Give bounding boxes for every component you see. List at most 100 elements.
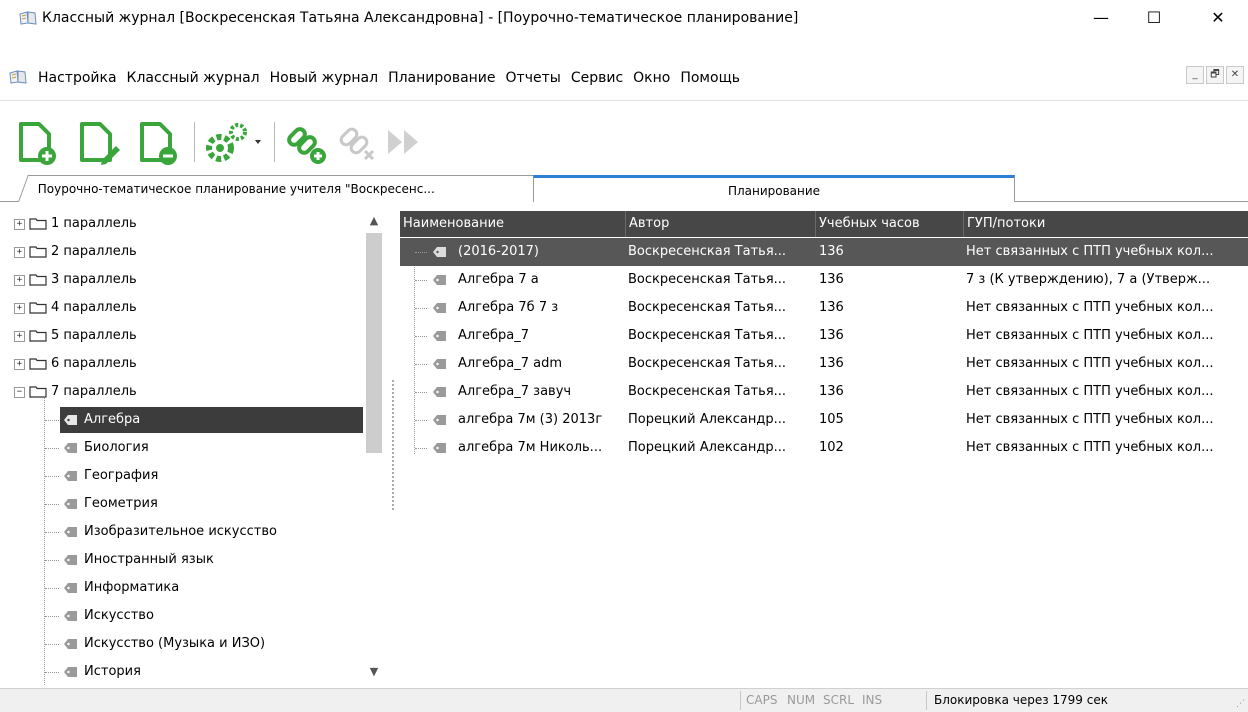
tag-icon [433, 331, 446, 341]
add-link-icon[interactable] [282, 118, 332, 166]
tree-item-subject[interactable]: География [10, 462, 370, 490]
table-row[interactable]: алгебра 7м Николь... Порецкий Александр.… [400, 434, 1248, 462]
tree-item-subject[interactable]: Искусство (Музыка и ИЗО) [10, 630, 370, 658]
tree-item-parallel-2[interactable]: + 2 параллель [10, 238, 370, 266]
menu-service[interactable]: Сервис [566, 68, 628, 88]
table-row[interactable]: (2016-2017) Воскресенская Татья... 136 Н… [400, 238, 1248, 266]
tree-item-parallel-7[interactable]: − 7 параллель [10, 378, 370, 406]
maximize-button[interactable]: ☐ [1139, 6, 1169, 30]
tree-item-subject[interactable]: Геометрия [10, 490, 370, 518]
column-header-name[interactable]: Наименование [400, 211, 626, 237]
tree-item-subject[interactable]: Информатика [10, 574, 370, 602]
folder-icon [29, 246, 47, 258]
table-row[interactable]: Алгебра 7 а Воскресенская Татья... 136 7… [400, 266, 1248, 294]
journal-app-icon [19, 11, 37, 25]
menu-class-journal[interactable]: Классный журнал [122, 68, 265, 88]
status-caps: CAPS [746, 693, 778, 707]
tree-label: Изобразительное искусство [84, 524, 277, 539]
tree-item-parallel-3[interactable]: + 3 параллель [10, 266, 370, 294]
tree-item-subject-algebra[interactable]: Алгебра [10, 406, 372, 434]
tab-thematic-planning[interactable]: Поурочно-тематическое планирование учите… [18, 175, 548, 202]
tree-label: 4 параллель [51, 300, 137, 315]
mdi-minimize-button[interactable]: _ [1186, 66, 1204, 84]
title-bar: Классный журнал [Воскресенская Татьяна А… [0, 0, 1248, 36]
column-header-streams[interactable]: ГУП/потоки [964, 211, 1248, 237]
cell-author: Воскресенская Татья... [628, 272, 787, 287]
app-window: Классный журнал [Воскресенская Татьяна А… [0, 0, 1248, 712]
cell-name: Алгебра 7б 7 з [458, 300, 559, 315]
tree-item-subject[interactable]: История [10, 658, 370, 686]
status-scrl: SCRL [823, 693, 855, 707]
menu-planning[interactable]: Планирование [383, 68, 500, 88]
scroll-up-icon[interactable]: ▲ [367, 214, 381, 228]
mdi-close-button[interactable]: ✕ [1226, 66, 1244, 84]
tree-scrollbar[interactable]: ▲ ▼ [363, 208, 385, 686]
settings-gears-icon[interactable] [200, 118, 266, 166]
tag-icon [64, 443, 77, 453]
tab-planning[interactable]: Планирование [533, 175, 1015, 202]
tree-guide-line [415, 336, 427, 337]
folder-icon [29, 218, 47, 230]
close-button[interactable]: ✕ [1203, 6, 1233, 30]
menu-settings[interactable]: Настройка [33, 68, 122, 88]
tree-guide-line [415, 392, 427, 393]
tree-guide-line [45, 588, 59, 589]
tree-item-parallel-6[interactable]: + 6 параллель [10, 350, 370, 378]
status-bar: CAPS NUM SCRL INS Блокировка через 1799 … [0, 688, 1248, 712]
cell-name: Алгебра 7 а [458, 272, 539, 287]
tag-icon [64, 415, 77, 425]
table-row[interactable]: Алгебра_7 adm Воскресенская Татья... 136… [400, 350, 1248, 378]
mdi-controls: _ 🗗 ✕ [1186, 66, 1244, 84]
tree-label: 7 параллель [51, 384, 137, 399]
mdi-restore-button[interactable]: 🗗 [1206, 66, 1224, 84]
menu-new-journal[interactable]: Новый журнал [265, 68, 383, 88]
collapse-icon[interactable]: − [14, 387, 25, 398]
pane-splitter[interactable] [392, 380, 397, 510]
minimize-button[interactable]: — [1086, 6, 1116, 30]
journal-app-icon[interactable] [9, 70, 27, 84]
tree-item-subject[interactable]: Иностранный язык [10, 546, 370, 574]
table-row[interactable]: алгебра 7м (3) 2013г Порецкий Александр.… [400, 406, 1248, 434]
tree-item-subject[interactable]: Изобразительное искусство [10, 518, 370, 546]
folder-icon [29, 302, 47, 314]
add-document-icon[interactable] [15, 118, 59, 166]
tree-item-parallel-4[interactable]: + 4 параллель [10, 294, 370, 322]
expand-icon[interactable]: + [14, 219, 25, 230]
tree-guide-line [45, 532, 59, 533]
table-row[interactable]: Алгебра_7 Воскресенская Татья... 136 Нет… [400, 322, 1248, 350]
status-separator [740, 691, 741, 710]
expand-icon[interactable]: + [14, 247, 25, 258]
column-header-hours[interactable]: Учебных часов [816, 211, 964, 237]
tree-label: Искусство (Музыка и ИЗО) [84, 636, 266, 651]
expand-icon[interactable]: + [14, 303, 25, 314]
expand-icon[interactable]: + [14, 359, 25, 370]
window-title: Классный журнал [Воскресенская Татьяна А… [42, 10, 799, 26]
expand-icon[interactable]: + [14, 275, 25, 286]
table-row[interactable]: Алгебра_7 завуч Воскресенская Татья... 1… [400, 378, 1248, 406]
tree-item-subject[interactable]: Искусство [10, 602, 370, 630]
folder-icon [29, 358, 47, 370]
remove-link-icon[interactable] [334, 118, 380, 166]
menu-help[interactable]: Помощь [675, 68, 745, 88]
column-header-author[interactable]: Автор [626, 211, 816, 237]
tree-item-parallel-1[interactable]: + 1 параллель [10, 210, 370, 238]
scrollbar-thumb[interactable] [366, 233, 382, 453]
tree-item-parallel-5[interactable]: + 5 параллель [10, 322, 370, 350]
expand-icon[interactable]: + [14, 331, 25, 342]
cell-streams: Нет связанных с ПТП учебных кол... [966, 356, 1214, 371]
menu-divider [0, 100, 1248, 101]
tree-guide-line [45, 420, 59, 421]
remove-document-icon[interactable] [136, 118, 180, 166]
resize-grip-icon[interactable]: ⋰ [1236, 699, 1245, 709]
menu-window[interactable]: Окно [628, 68, 675, 88]
tag-icon [433, 387, 446, 397]
forward-icon[interactable] [384, 118, 430, 166]
tag-icon [433, 443, 446, 453]
scroll-down-icon[interactable]: ▼ [367, 665, 381, 679]
tree-guide-line [45, 448, 59, 449]
menu-reports[interactable]: Отчеты [501, 68, 566, 88]
tree-guide-line [45, 504, 59, 505]
edit-document-icon[interactable] [76, 118, 120, 166]
tree-item-subject[interactable]: Биология [10, 434, 370, 462]
table-row[interactable]: Алгебра 7б 7 з Воскресенская Татья... 13… [400, 294, 1248, 322]
